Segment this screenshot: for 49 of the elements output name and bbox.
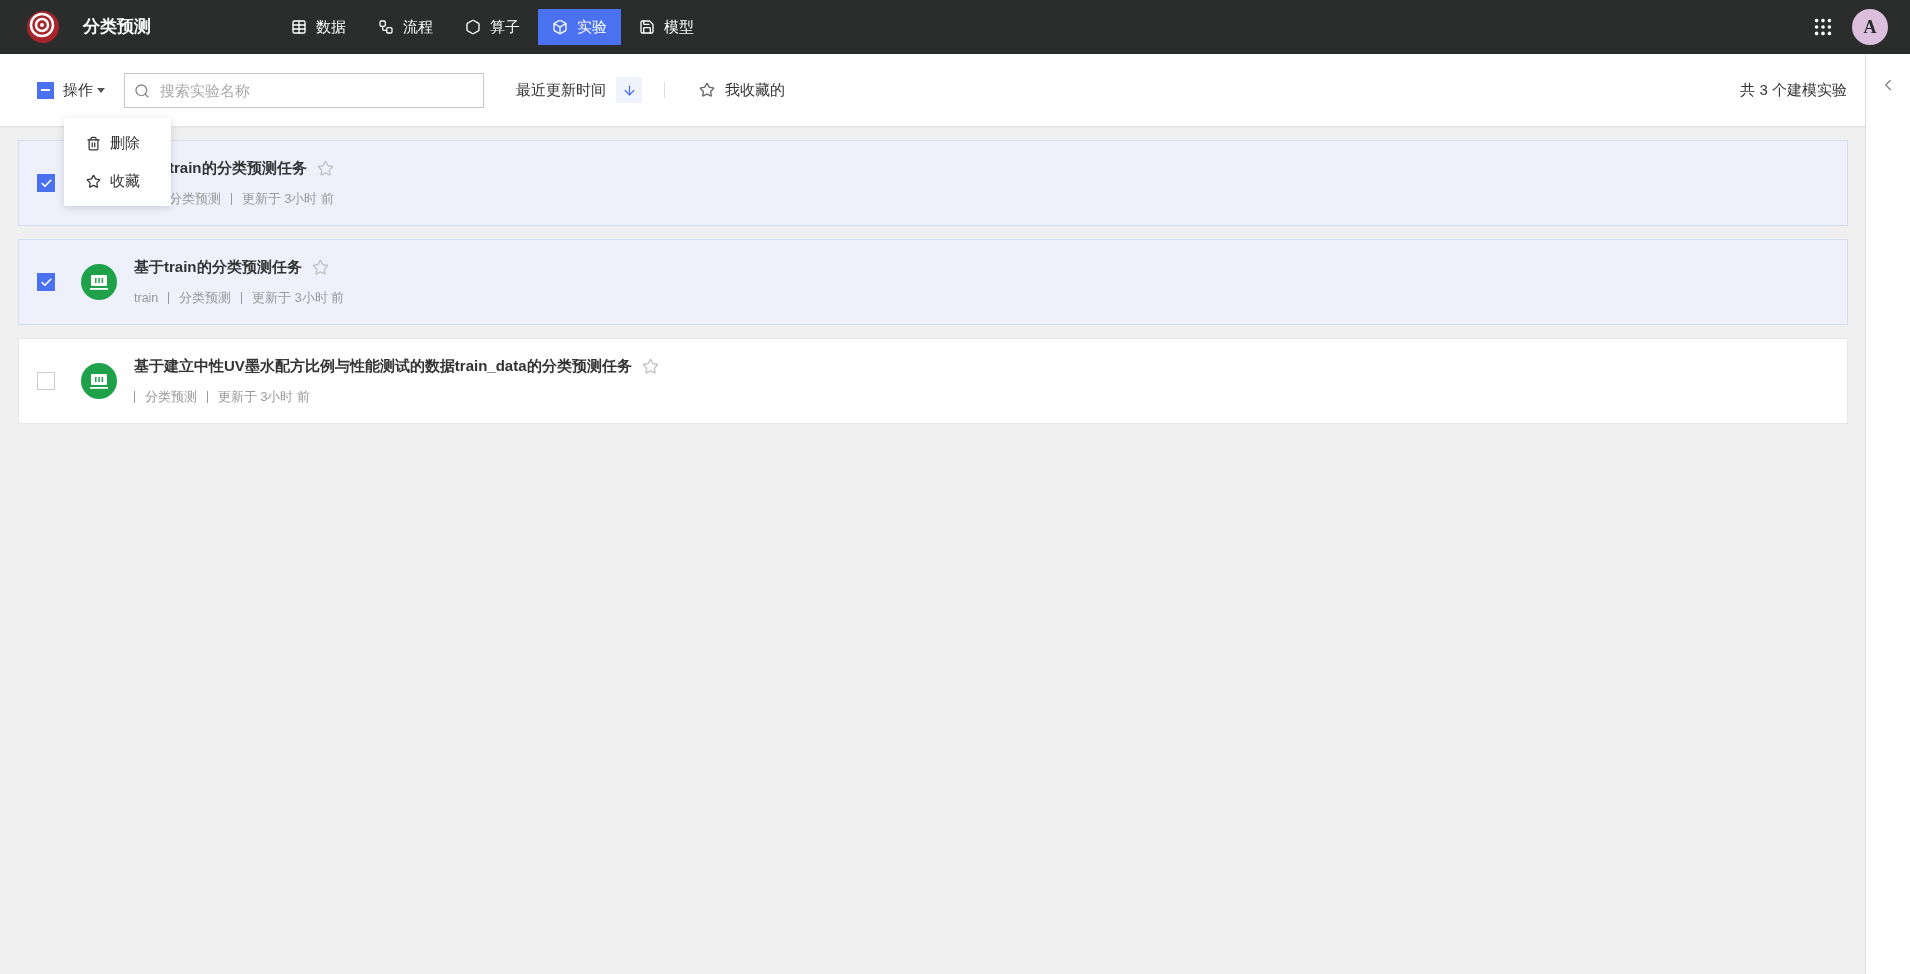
app-title: 分类预测: [83, 16, 151, 39]
experiment-title[interactable]: 基于train的分类预测任务: [134, 256, 302, 279]
category-text: 分类预测: [179, 289, 232, 307]
apps-grid-icon[interactable]: [1812, 16, 1834, 38]
nav-tab[interactable]: 模型: [625, 9, 708, 45]
nav-icon: [378, 19, 394, 35]
updated-text: 更新于 3小时 前: [242, 190, 334, 208]
experiment-card[interactable]: 基于建立中性UV墨水配方比例与性能测试的数据train_data的分类预测任务 分类预测 更新于 3小时 前: [18, 338, 1848, 424]
nav-icon: [291, 19, 307, 35]
favorite-star-icon[interactable]: [311, 259, 329, 277]
nav-icon: [465, 19, 481, 35]
user-avatar[interactable]: A: [1852, 9, 1888, 45]
sort-label: 最近更新时间: [516, 79, 606, 100]
logo-icon: [25, 9, 61, 45]
minus-icon: [41, 89, 50, 91]
updated-text: 更新于 3小时 前: [218, 388, 310, 406]
favorite-star-icon[interactable]: [641, 358, 659, 376]
search-field[interactable]: 搜索实验名称: [124, 72, 484, 108]
nav-tab[interactable]: 流程: [364, 9, 447, 45]
nav-icon: [552, 19, 568, 35]
row-checkbox[interactable]: [37, 174, 55, 192]
experiment-card[interactable]: 基于train的分类预测任务 train 分类预测 更新于 3小时 前: [18, 239, 1848, 325]
row-checkbox[interactable]: [37, 273, 55, 291]
trash-icon: [86, 135, 101, 151]
row-checkbox[interactable]: [37, 372, 55, 390]
menu-item[interactable]: 收藏: [64, 162, 171, 200]
nav-icon: [639, 19, 655, 35]
nav-tab[interactable]: 实验: [538, 9, 621, 45]
check-icon: [39, 176, 53, 190]
star-icon: [699, 82, 715, 98]
search-icon: [134, 82, 150, 99]
check-icon: [39, 275, 53, 289]
arrow-down-icon: [621, 82, 637, 98]
category-text: 分类预测: [145, 388, 197, 406]
experiment-icon: [81, 264, 117, 300]
sort-direction-button[interactable]: [616, 77, 642, 103]
experiment-title[interactable]: 基于建立中性UV墨水配方比例与性能测试的数据train_data的分类预测任务: [134, 355, 632, 378]
star-icon: [86, 173, 101, 189]
caret-icon: [97, 87, 105, 93]
nav-tab[interactable]: 数据: [277, 9, 360, 45]
experiment-icon: [81, 363, 117, 399]
favorites-filter[interactable]: 我收藏的: [699, 78, 785, 102]
updated-text: 更新于 3小时 前: [252, 289, 345, 307]
favorite-star-icon[interactable]: [316, 160, 334, 178]
experiment-count: 共 3 个建模实验: [1740, 79, 1847, 100]
actions-dropdown[interactable]: 操作: [63, 78, 105, 102]
nav-tab[interactable]: 算子: [451, 9, 534, 45]
select-all-checkbox[interactable]: [37, 81, 54, 99]
source-text: train: [134, 289, 159, 307]
